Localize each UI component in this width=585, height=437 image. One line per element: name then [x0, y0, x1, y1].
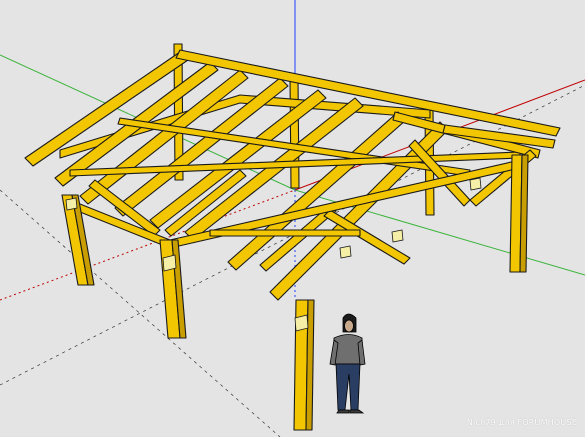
person-shoes [336, 409, 365, 414]
person-figure [329, 313, 366, 414]
model-canvas[interactable] [0, 0, 585, 437]
watermark-text: Nich79 для FORUMHOUSE [466, 418, 577, 427]
sketchup-viewport[interactable]: Nich79 для FORUMHOUSE [0, 0, 585, 437]
person-legs [335, 363, 361, 411]
person-head [344, 319, 354, 333]
